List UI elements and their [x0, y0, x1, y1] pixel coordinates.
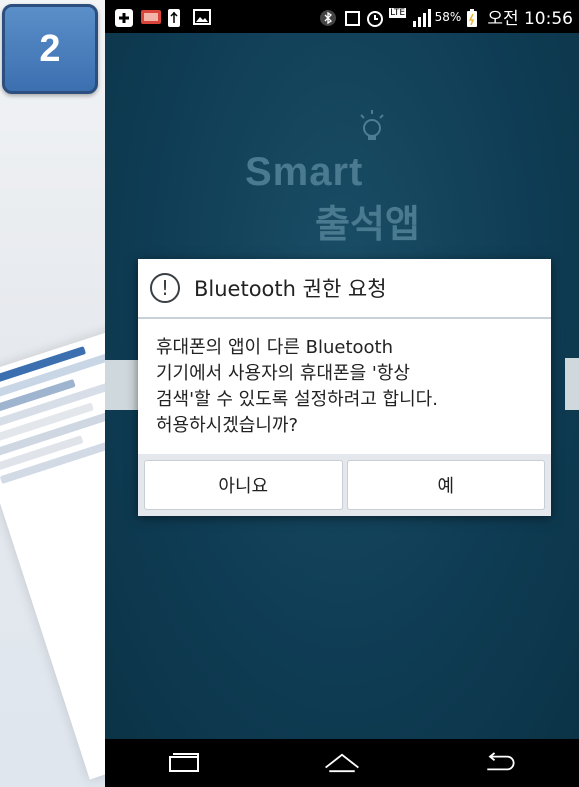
- dialog-message-line: 기기에서 사용자의 휴대폰을 '항상: [156, 363, 410, 384]
- dialog-message: 휴대폰의 앱이 다른 Bluetooth 기기에서 사용자의 휴대폰을 '항상 …: [138, 319, 551, 461]
- home-icon[interactable]: [322, 750, 362, 776]
- dialog-message-line: 휴대폰의 앱이 다른 Bluetooth: [156, 337, 394, 358]
- alarm-icon: [366, 9, 384, 27]
- screen-icon: [343, 9, 361, 26]
- dialog-title: Bluetooth 권한 요청: [194, 277, 387, 301]
- status-bar: LTE 58% 오전 10:56: [105, 0, 579, 33]
- bluetooth-permission-dialog: ! Bluetooth 권한 요청 휴대폰의 앱이 다른 Bluetooth 기…: [138, 259, 551, 516]
- background-panel-right: [565, 358, 579, 410]
- signal-icon: [412, 8, 431, 27]
- lte-icon: LTE: [389, 7, 407, 18]
- dialog-header: ! Bluetooth 권한 요청: [138, 259, 551, 319]
- bluetooth-icon: [319, 9, 338, 26]
- lightbulb-icon: [357, 108, 387, 149]
- add-icon: [115, 8, 133, 27]
- background-decoration: [0, 0, 110, 787]
- no-button[interactable]: 아니요: [144, 460, 343, 510]
- dialog-buttons: 아니요 예: [138, 454, 551, 516]
- alert-icon: !: [150, 273, 180, 303]
- battery-icon: [466, 8, 478, 27]
- dialog-message-line: 허용하시겠습니까?: [156, 415, 299, 436]
- background-webpage-image: [0, 327, 110, 780]
- dialog-message-line: 검색'할 수 있도록 설정하려고 합니다.: [156, 389, 438, 410]
- back-icon[interactable]: [480, 750, 520, 776]
- app-logo-text: Smart: [245, 150, 364, 194]
- clock: 오전 10:56: [487, 9, 573, 29]
- navigation-bar: [105, 739, 579, 787]
- step-number-badge: 2: [2, 4, 98, 94]
- photo-badge-icon: [141, 9, 161, 25]
- usb-icon: [167, 8, 185, 27]
- app-logo-subtitle: 출석앱: [315, 202, 420, 246]
- recent-apps-icon[interactable]: [164, 750, 204, 776]
- yes-button[interactable]: 예: [346, 460, 545, 510]
- image-icon: [193, 8, 211, 25]
- battery-percent: 58%: [434, 9, 462, 24]
